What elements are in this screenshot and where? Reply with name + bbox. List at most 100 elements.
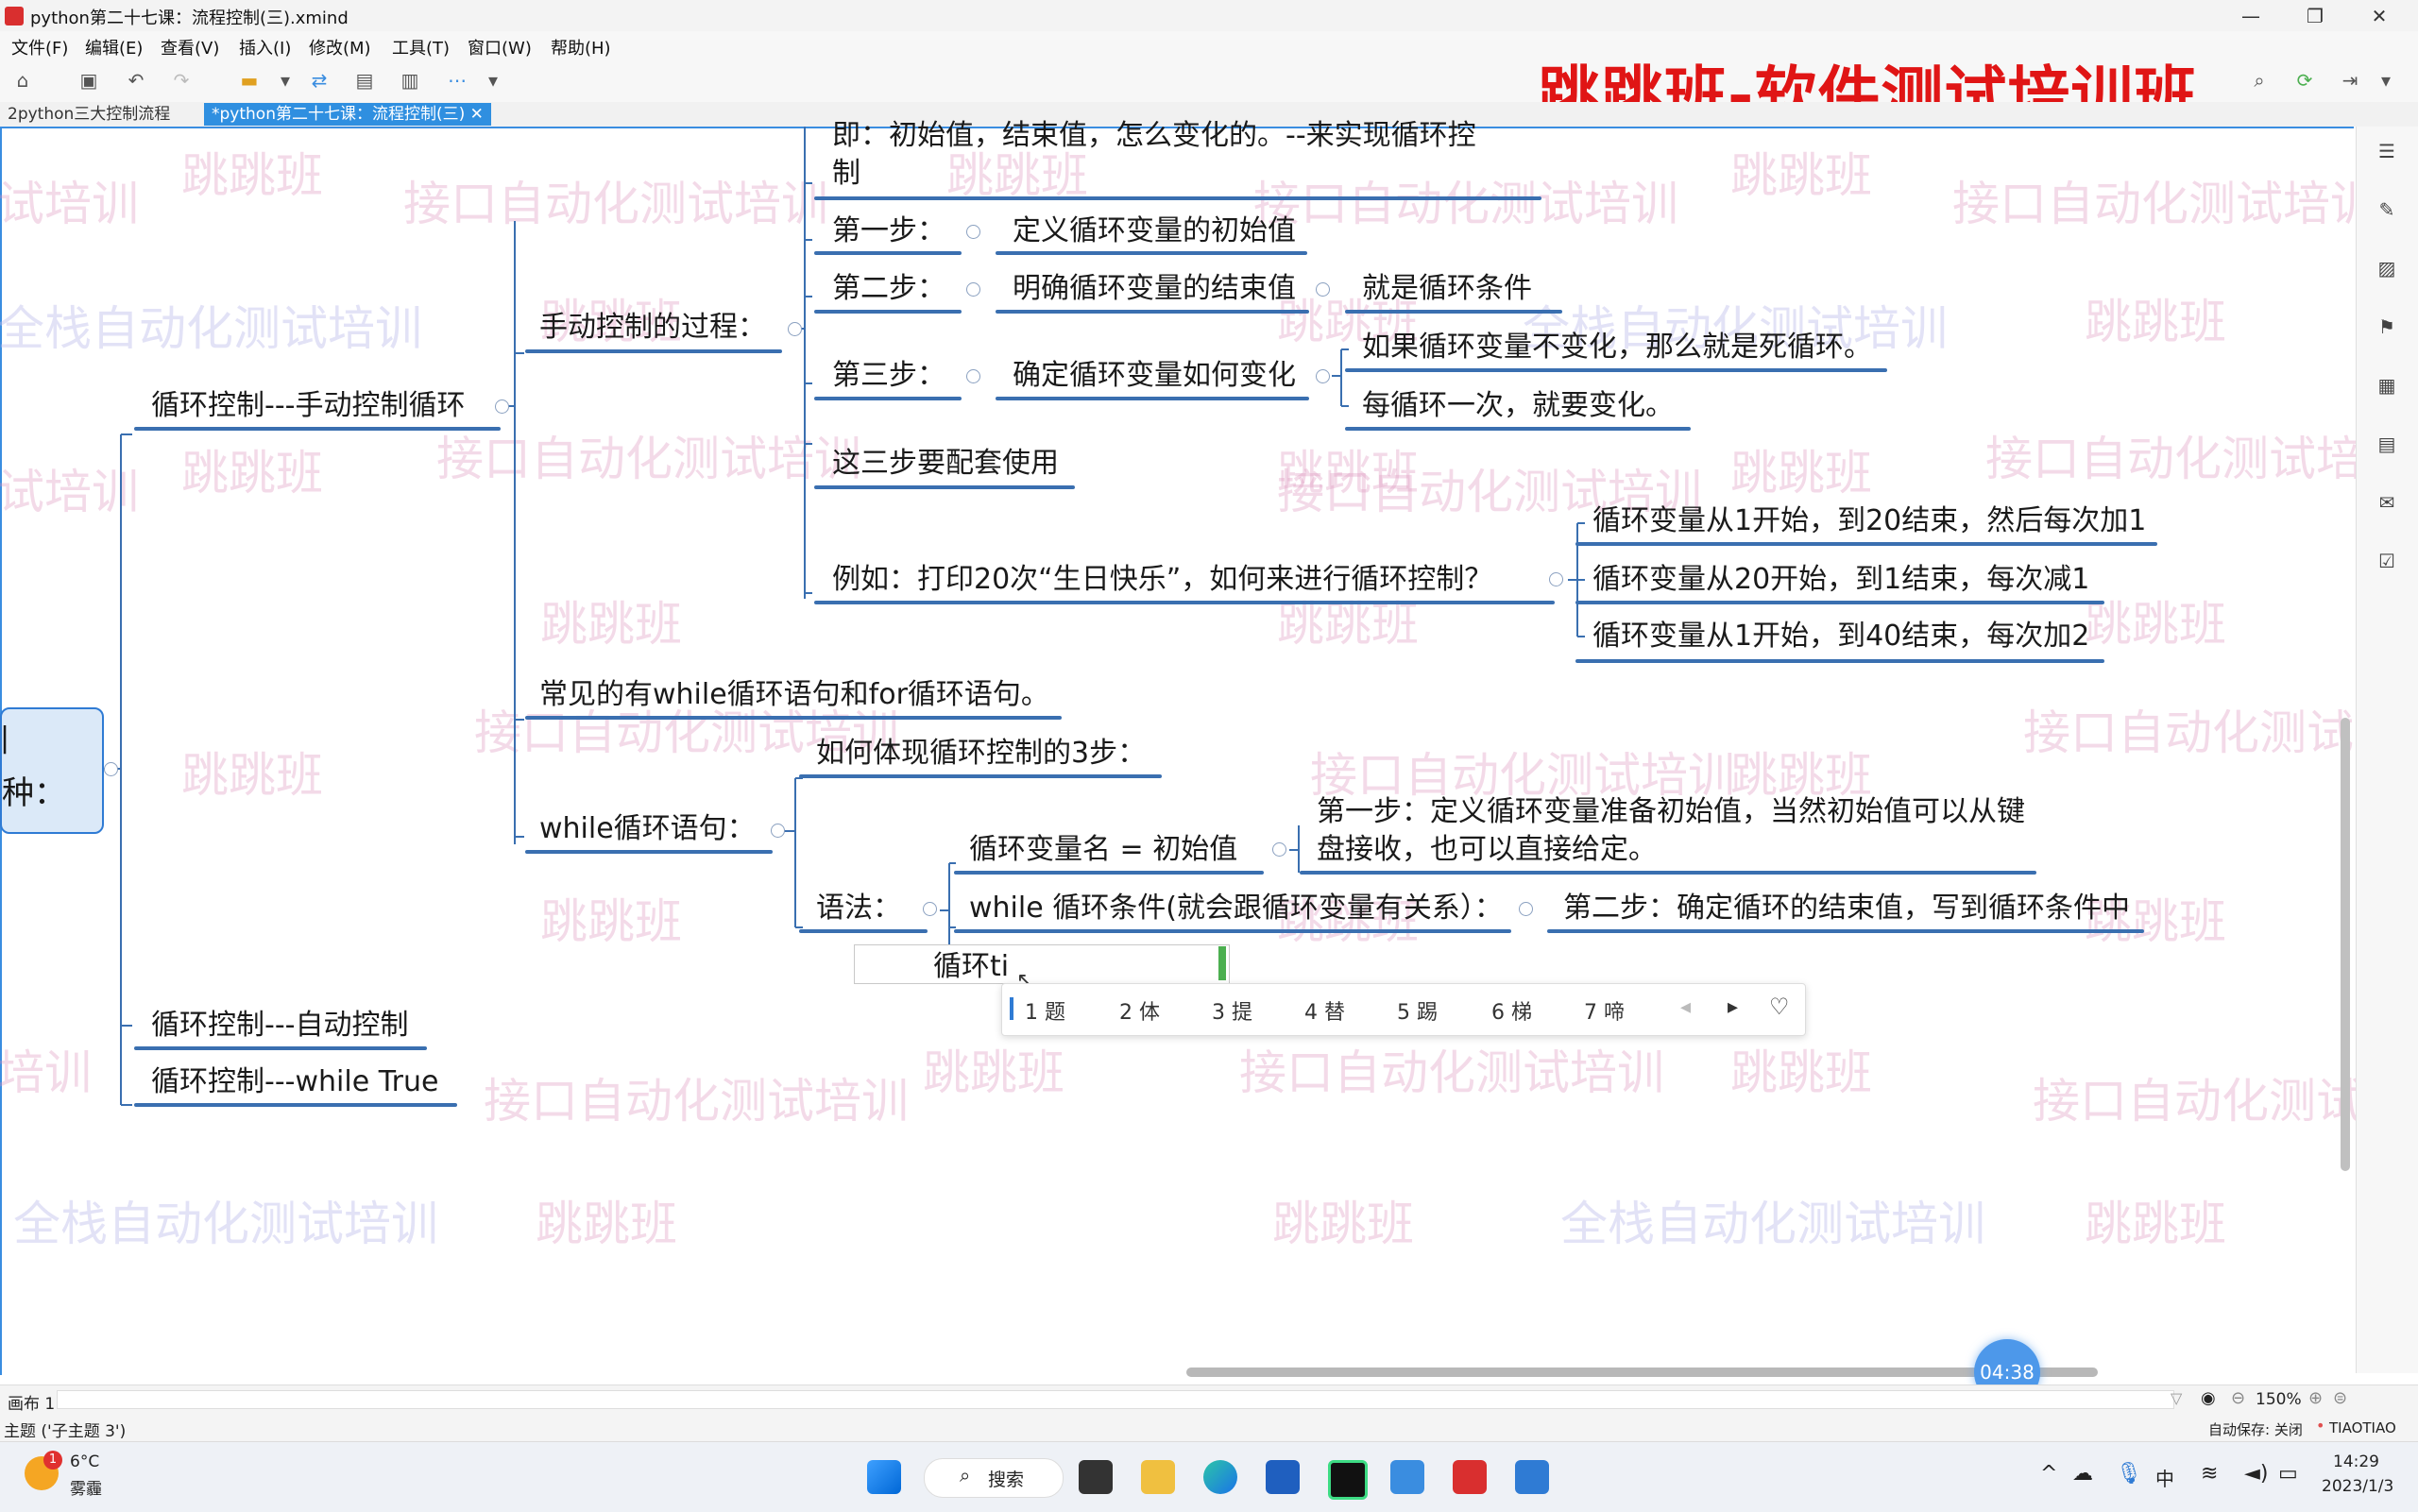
init-note[interactable]: 第一步：定义循环变量准备初始值，当然初始值可以从键 [1317,793,2025,831]
step1-label[interactable]: 第一步： [832,212,945,250]
collapse-step1-icon[interactable] [966,225,980,239]
collapse-cond-icon[interactable] [1519,902,1533,916]
xmind-taskbar-icon[interactable] [1453,1460,1487,1494]
ime-settings-icon[interactable]: ♡ [1769,994,1790,1020]
topic-syntax[interactable]: 语法： [816,890,901,927]
menu-help[interactable]: 帮助(H) [551,35,611,59]
task-view-icon[interactable] [1079,1460,1113,1494]
ime-candidate-7[interactable]: 7 啼 [1584,995,1625,1026]
topic-how-3-steps[interactable]: 如何体现循环控制的3步： [816,735,1146,773]
tab-python-control-flow[interactable]: 2python三大控制流程 [0,103,178,126]
ime-candidate-5[interactable]: 5 踢 [1397,995,1438,1026]
root-topic[interactable] [0,707,104,834]
topic-manual-loop[interactable]: 循环控制---手动控制循环 [151,387,465,425]
collapse-step3-icon[interactable] [966,369,980,383]
menu-edit[interactable]: 编辑(E) [85,35,143,59]
topic-example[interactable]: 例如：打印20次“生日快乐”，如何来进行循环控制？ [832,561,1492,599]
file-explorer-icon[interactable] [1141,1460,1175,1494]
cond-note[interactable]: 第二步：确定循环的结束值，写到循环条件中 [1563,890,2130,927]
store-icon[interactable] [1266,1460,1300,1494]
boundary-icon[interactable]: ▤ [353,69,376,92]
view-icon[interactable]: ◉ [2201,1388,2216,1408]
collapse-root-icon[interactable] [104,762,118,776]
menu-insert[interactable]: 插入(I) [239,35,291,59]
topic-manual-process[interactable]: 手动控制的过程： [539,309,766,347]
relationship-icon[interactable]: ⇄ [308,69,331,92]
topic-while-true[interactable]: 循环控制---while True [151,1063,438,1101]
outline-icon[interactable]: ☰ [2375,140,2398,162]
clock-date[interactable]: 2023/1/3 [2322,1477,2393,1496]
volume-icon[interactable]: ◄) [2244,1462,2269,1486]
pycharm-icon[interactable] [1328,1460,1368,1500]
ime-next-page-icon[interactable]: ▸ [1728,995,1738,1019]
vertical-scrollbar[interactable] [2341,718,2350,1171]
step3-note2[interactable]: 每循环一次，就要变化。 [1362,387,1674,425]
example-option-3[interactable]: 循环变量从1开始，到40结束，每次加2 [1592,618,2089,655]
step3-label[interactable]: 第三步： [832,357,945,395]
export-icon[interactable]: ⇥ [2339,69,2361,92]
maximize-button[interactable]: ❐ [2293,2,2337,30]
ime-candidate-2[interactable]: 2 体 [1119,995,1160,1026]
tab-python-lesson-27[interactable]: *python第二十七课：流程控制(三) ✕ [204,103,491,126]
summary-icon[interactable]: ▥ [399,69,421,92]
share-icon[interactable]: ⟳ [2293,69,2316,92]
wifi-icon[interactable]: ≋ [2201,1462,2218,1486]
example-option-2[interactable]: 循环变量从20开始，到1结束，每次减1 [1592,561,2089,599]
ime-candidate-4[interactable]: 4 替 [1304,995,1345,1026]
home-icon[interactable]: ⌂ [11,69,34,92]
save-icon[interactable]: ▣ [77,69,100,92]
edit-resize-handle[interactable] [1218,946,1226,980]
collapse-step2-icon[interactable] [966,282,980,297]
collapse-step3-detail-icon[interactable] [1316,369,1330,383]
step2-label[interactable]: 第二步： [832,270,945,308]
collapse-init-icon[interactable] [1272,842,1286,857]
start-icon[interactable] [867,1460,901,1494]
menu-view[interactable]: 查看(V) [161,35,219,59]
sheet-tab[interactable]: 画布 1 [8,1390,55,1414]
more-dropdown-icon[interactable]: ▾ [482,69,504,92]
topic-together[interactable]: 这三步要配套使用 [832,445,1059,483]
step2-note[interactable]: 就是循环条件 [1362,270,1532,308]
filter-icon[interactable]: ▽ [2171,1389,2182,1407]
collapse-step2-detail-icon[interactable] [1316,282,1330,297]
user-name[interactable]: TIAOTIAO [2329,1419,2396,1436]
onedrive-icon[interactable]: ☁ [2072,1462,2093,1486]
close-button[interactable]: ✕ [2358,2,2401,30]
photos-icon[interactable] [1390,1460,1424,1494]
syntax-init[interactable]: 循环变量名 = 初始值 [969,831,1237,869]
menu-modify[interactable]: 修改(M) [309,35,371,59]
clock-time[interactable]: 14:29 [2333,1453,2379,1471]
undo-icon[interactable]: ↶ [125,69,147,92]
edge-icon[interactable] [1203,1460,1237,1494]
task-icon[interactable]: ☑ [2375,550,2398,572]
dropdown-arrow-icon[interactable]: ▾ [274,69,297,92]
menu-file[interactable]: 文件(F) [11,35,68,59]
marker-icon[interactable]: ⚑ [2375,315,2398,338]
example-option-1[interactable]: 循环变量从1开始，到20结束，然后每次加1 [1592,502,2146,540]
topic-common-loops[interactable]: 常见的有while循环语句和for循环语句。 [539,676,1049,714]
step3-detail[interactable]: 确定循环变量如何变化 [1013,357,1296,395]
topic-while-statement[interactable]: while循环语句： [539,810,756,848]
menu-window[interactable]: 窗口(W) [468,35,532,59]
battery-icon[interactable]: ▭ [2278,1462,2298,1486]
collapse-example-icon[interactable] [1549,572,1563,586]
notepad-icon[interactable] [1515,1460,1549,1494]
notes-icon[interactable]: ▤ [2375,433,2398,455]
topic-auto-loop[interactable]: 循环控制---自动控制 [151,1007,408,1045]
search-icon[interactable]: ⌕ [2248,69,2271,92]
folder-icon[interactable]: ▬ [238,69,261,92]
format-icon[interactable]: ✎ [2375,198,2398,221]
topic-intro[interactable]: 即：初始值，结束值，怎么变化的。--来实现循环控 [832,117,1476,155]
export-dropdown-icon[interactable]: ▾ [2375,69,2397,92]
collapse-syntax-icon[interactable] [923,902,937,916]
syntax-while-condition[interactable]: while 循环条件(就会跟循环变量有关系）： [969,890,1503,927]
step2-detail[interactable]: 明确循环变量的结束值 [1013,270,1296,308]
collapse-manual-icon[interactable] [495,399,509,414]
ime-prev-page-icon[interactable]: ◂ [1680,995,1691,1019]
zoom-level[interactable]: 150% [2256,1390,2302,1409]
ime-candidate-6[interactable]: 6 梯 [1491,995,1532,1026]
menu-tools[interactable]: 工具(T) [392,35,450,59]
ime-candidate-3[interactable]: 3 提 [1212,995,1252,1026]
zoom-out-icon[interactable]: ⊖ [2231,1388,2245,1408]
step3-note1[interactable]: 如果循环变量不变化，那么就是死循环。 [1362,329,1872,366]
